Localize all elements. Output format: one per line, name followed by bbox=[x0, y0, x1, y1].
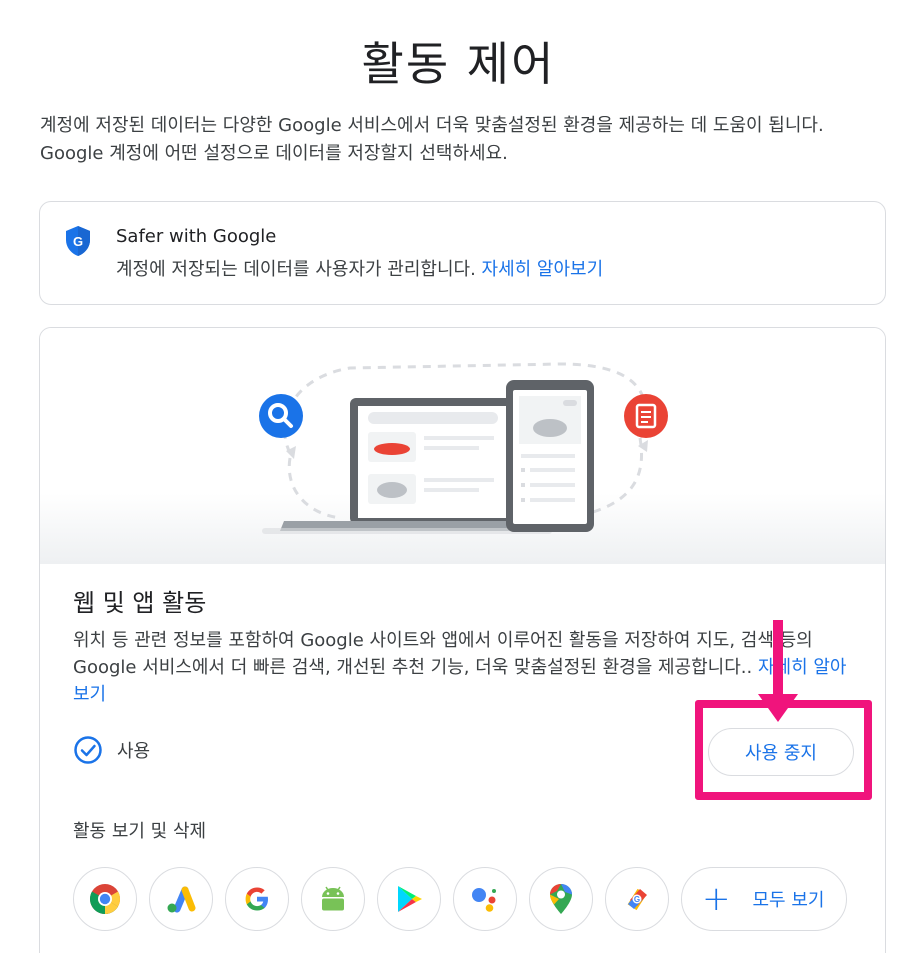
activity-status: 사용 bbox=[73, 733, 150, 767]
shield-g-icon: G bbox=[66, 226, 90, 256]
google-play-icon[interactable] bbox=[377, 867, 441, 931]
safer-with-google-card: G Safer with Google 계정에 저장되는 데이터를 사용자가 관… bbox=[39, 201, 886, 305]
google-assistant-icon[interactable] bbox=[453, 867, 517, 931]
google-icon[interactable] bbox=[225, 867, 289, 931]
page-title: 활동 제어 bbox=[361, 37, 556, 91]
android-icon[interactable] bbox=[301, 867, 365, 931]
activity-description: 위치 등 관련 정보를 포함하여 Google 사이트와 앱에서 이루어진 활동… bbox=[73, 630, 847, 705]
google-pay-icon[interactable]: G bbox=[605, 867, 669, 931]
check-circle-icon bbox=[74, 736, 102, 764]
status-label: 사용 bbox=[117, 741, 151, 762]
app-icon-row: G + 모두 보기 bbox=[73, 867, 847, 931]
annotation-highlight-box bbox=[695, 700, 872, 800]
view-delete-heading: 활동 보기 및 삭제 bbox=[73, 821, 207, 842]
svg-text:G: G bbox=[634, 895, 640, 904]
plus-icon: + bbox=[702, 879, 731, 919]
safer-description: 계정에 저장되는 데이터를 사용자가 관리합니다. 자세히 알아보기 bbox=[116, 259, 604, 280]
intro-text: 계정에 저장된 데이터는 다양한 Google 서비스에서 더욱 맞춤설정된 환… bbox=[40, 115, 824, 164]
google-ads-icon[interactable] bbox=[149, 867, 213, 931]
view-all-button[interactable]: + 모두 보기 bbox=[681, 867, 847, 931]
safer-title: Safer with Google bbox=[116, 226, 277, 247]
activity-illustration bbox=[40, 328, 885, 564]
activity-title: 웹 및 앱 활동 bbox=[73, 589, 207, 617]
google-maps-icon[interactable] bbox=[529, 867, 593, 931]
document-icon bbox=[624, 394, 668, 438]
view-all-label: 모두 보기 bbox=[752, 890, 825, 911]
safer-learn-more-link[interactable]: 자세히 알아보기 bbox=[482, 259, 604, 280]
chrome-icon[interactable] bbox=[73, 867, 137, 931]
search-icon bbox=[259, 394, 303, 438]
svg-text:G: G bbox=[73, 234, 83, 249]
